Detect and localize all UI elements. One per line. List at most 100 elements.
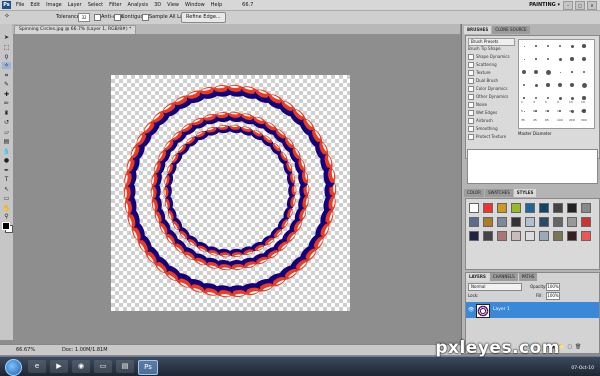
brush-option[interactable]: Texture (468, 69, 513, 76)
brush-option[interactable]: Shape Dynamics (468, 53, 513, 60)
brush-tip[interactable] (558, 57, 562, 61)
eraser-tool-icon[interactable]: ▱ (2, 129, 11, 136)
magic-wand-tool-icon[interactable]: ✧ (2, 62, 11, 69)
dodge-tool-icon[interactable]: ● (2, 157, 11, 164)
menu-image[interactable]: Image (46, 2, 62, 8)
brush-tip[interactable] (535, 97, 537, 99)
foreground-color-swatch[interactable] (2, 222, 10, 230)
tab-swatches[interactable]: SWATCHES (484, 189, 513, 197)
style-swatch[interactable] (539, 203, 549, 213)
ie-taskbar-icon[interactable]: e (28, 360, 46, 373)
status-zoom[interactable]: 66.67% (16, 347, 35, 353)
path-selection-tool-icon[interactable]: ↖ (2, 186, 11, 193)
opacity-input[interactable]: 100% (546, 283, 560, 291)
menu-analysis[interactable]: Analysis (128, 2, 149, 8)
tab-paths[interactable]: PATHS (518, 273, 538, 281)
brush-tip[interactable] (558, 83, 562, 87)
style-swatch[interactable] (525, 217, 535, 227)
brush-tip[interactable] (559, 71, 561, 73)
style-swatch[interactable] (525, 203, 535, 213)
pen-tool-icon[interactable]: ✒ (2, 167, 11, 174)
brush-tip[interactable] (546, 83, 550, 87)
style-swatch[interactable] (567, 203, 577, 213)
move-tool-icon[interactable]: ➤ (2, 34, 11, 41)
crop-tool-icon[interactable]: ⌗ (2, 72, 11, 79)
brush-option[interactable]: Wet Edges (468, 109, 513, 116)
brush-tip[interactable] (523, 110, 525, 112)
style-swatch[interactable] (511, 231, 521, 241)
workspace-switcher[interactable]: PAINTING ▾ (529, 2, 560, 8)
layer-row[interactable]: 👁 Layer 1 (466, 302, 599, 318)
brush-tip[interactable] (523, 97, 525, 99)
blur-tool-icon[interactable]: 💧 (2, 148, 11, 155)
brush-tip[interactable] (533, 69, 539, 75)
brush-tip[interactable] (581, 82, 587, 88)
style-swatch[interactable] (511, 217, 521, 227)
shape-tool-icon[interactable]: ▭ (2, 195, 11, 202)
menu-select[interactable]: Select (88, 2, 103, 8)
minimize-button[interactable]: – (563, 1, 573, 10)
fill-input[interactable]: 100% (546, 292, 560, 300)
brush-option[interactable]: Smoothing (468, 125, 513, 132)
brush-tip[interactable] (582, 44, 586, 48)
brush-option[interactable]: Scattering (468, 61, 513, 68)
blend-mode-select[interactable]: Normal (468, 283, 522, 291)
style-swatch[interactable] (511, 203, 521, 213)
style-swatch[interactable] (539, 231, 549, 241)
explorer-taskbar-icon[interactable]: ▭ (94, 360, 112, 373)
brush-tip[interactable] (535, 110, 537, 112)
maximize-button[interactable]: □ (575, 1, 585, 10)
tab-layers[interactable]: LAYERS (466, 273, 489, 281)
brush-tip[interactable] (570, 44, 574, 48)
brush-tip[interactable] (558, 44, 562, 48)
brush-tip[interactable] (583, 71, 585, 73)
menu-layer[interactable]: Layer (68, 2, 82, 8)
style-swatch[interactable] (497, 217, 507, 227)
marquee-tool-icon[interactable]: ⬚ (2, 44, 11, 51)
brush-option[interactable]: Protect Texture (468, 133, 513, 140)
new-layer-icon[interactable]: ▢ (567, 344, 572, 350)
tab-brushes[interactable]: BRUSHES (464, 26, 492, 34)
style-swatch[interactable] (483, 203, 493, 213)
style-swatch[interactable] (497, 231, 507, 241)
brush-option[interactable]: Color Dynamics (468, 85, 513, 92)
style-swatch[interactable] (553, 217, 563, 227)
menu-help[interactable]: Help (211, 2, 222, 8)
style-swatch[interactable] (539, 217, 549, 227)
brush-option[interactable]: Brush Tip Shape (468, 45, 513, 52)
style-swatch[interactable] (553, 231, 563, 241)
photoshop-taskbar-icon[interactable]: Ps (138, 360, 158, 375)
lasso-tool-icon[interactable]: ϙ (2, 53, 11, 60)
menu-edit[interactable]: Edit (30, 2, 40, 8)
menu-filter[interactable]: Filter (109, 2, 121, 8)
brush-tip[interactable] (523, 58, 525, 60)
brush-option[interactable]: Airbrush (468, 117, 513, 124)
brush-tip[interactable] (522, 70, 526, 74)
zoom-level-dropdown[interactable]: 66.7 (242, 2, 253, 8)
brush-tip[interactable] (523, 45, 525, 47)
style-swatch[interactable] (567, 217, 577, 227)
tolerance-input[interactable]: 32 (78, 13, 90, 22)
style-swatch[interactable] (567, 231, 577, 241)
healing-brush-tool-icon[interactable]: ✚ (2, 91, 11, 98)
start-button[interactable] (5, 359, 22, 376)
menu-view[interactable]: View (167, 2, 179, 8)
style-swatch[interactable] (525, 231, 535, 241)
type-tool-icon[interactable]: T (2, 176, 11, 183)
brush-tip[interactable] (547, 45, 549, 47)
tab-color[interactable]: COLOR (464, 189, 484, 197)
clone-stamp-tool-icon[interactable]: ♜ (2, 110, 11, 117)
brush-tip[interactable] (569, 82, 575, 88)
brush-option[interactable]: Dual Brush (468, 77, 513, 84)
style-swatch[interactable] (483, 217, 493, 227)
style-swatch[interactable] (483, 231, 493, 241)
anti-alias-checkbox[interactable] (94, 14, 101, 21)
style-swatch[interactable] (581, 231, 591, 241)
style-swatch[interactable] (497, 203, 507, 213)
brush-tip[interactable] (570, 57, 574, 61)
zoom-tool-icon[interactable]: ⚲ (2, 213, 11, 220)
contiguous-checkbox[interactable] (114, 14, 121, 21)
close-button[interactable]: ✕ (587, 1, 597, 10)
style-swatch[interactable] (469, 217, 479, 227)
brush-tip[interactable] (582, 57, 586, 61)
